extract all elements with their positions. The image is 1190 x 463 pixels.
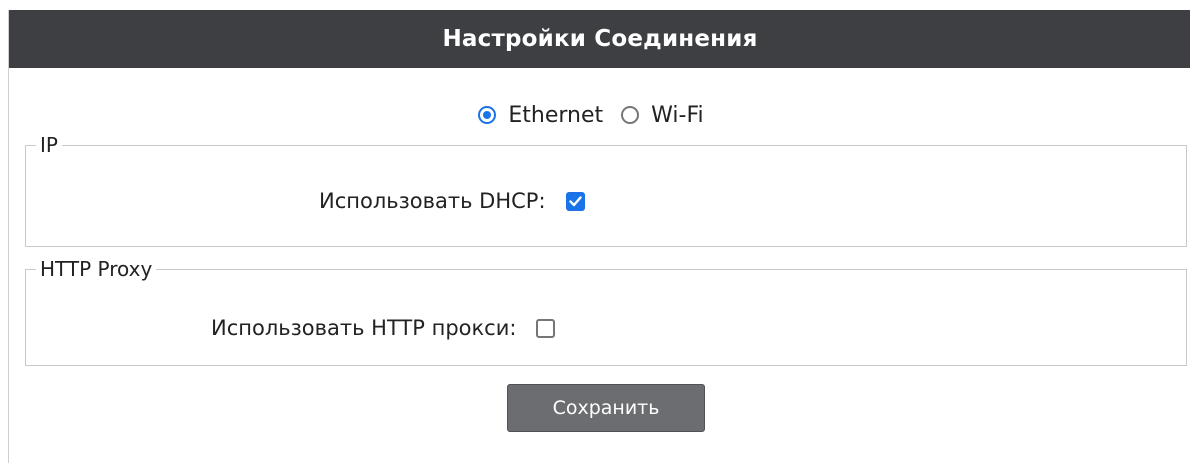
- radio-wifi-label[interactable]: Wi-Fi: [651, 103, 704, 128]
- ip-fieldset: IP Использовать DHCP:: [25, 133, 1187, 247]
- panel-header: Настройки Соединения: [9, 10, 1190, 68]
- http-proxy-checkbox[interactable]: [536, 318, 556, 338]
- http-proxy-fieldset: HTTP Proxy Использовать HTTP прокси:: [25, 257, 1187, 366]
- http-proxy-row: Использовать HTTP прокси:: [211, 316, 556, 340]
- ip-legend: IP: [36, 133, 62, 157]
- http-proxy-legend: HTTP Proxy: [36, 257, 157, 281]
- connection-mode-group: Ethernet Wi-Fi: [9, 98, 1190, 132]
- checkmark-icon: [568, 195, 582, 206]
- dhcp-row: Использовать DHCP:: [319, 189, 585, 213]
- connection-settings-panel: Настройки Соединения Ethernet Wi-Fi IP И…: [8, 10, 1190, 463]
- save-button[interactable]: Сохранить: [507, 384, 705, 432]
- http-proxy-label: Использовать HTTP прокси:: [211, 316, 517, 340]
- dhcp-label: Использовать DHCP:: [319, 189, 546, 213]
- radio-ethernet-label[interactable]: Ethernet: [508, 103, 603, 128]
- dhcp-checkbox[interactable]: [565, 191, 585, 211]
- radio-wifi[interactable]: [621, 106, 640, 124]
- radio-ethernet[interactable]: [478, 106, 497, 124]
- page-title: Настройки Соединения: [442, 26, 758, 52]
